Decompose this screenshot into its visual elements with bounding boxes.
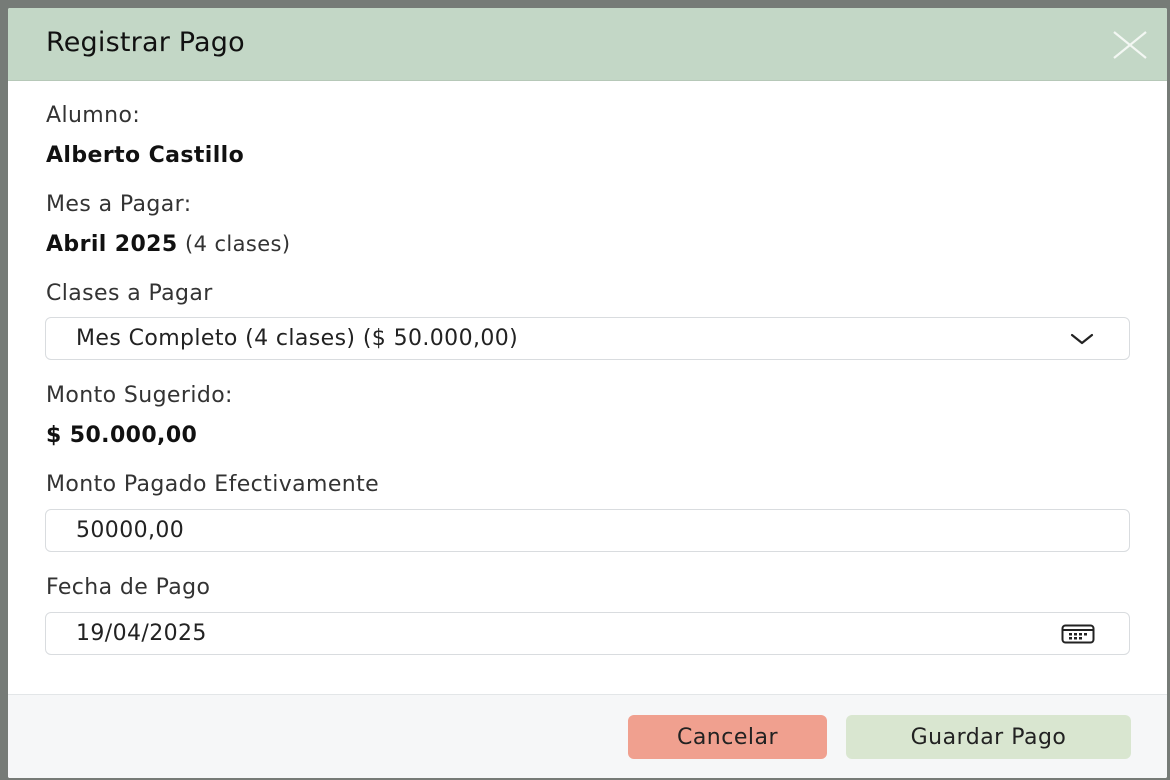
payment-date-label: Fecha de Pago bbox=[46, 575, 211, 600]
modal-body: Alumno: Alberto Castillo Mes a Pagar: Ab… bbox=[8, 81, 1167, 694]
classes-label: Clases a Pagar bbox=[46, 281, 213, 306]
student-name: Alberto Castillo bbox=[46, 143, 245, 168]
paid-amount-input[interactable]: 50000,00 bbox=[45, 509, 1130, 552]
modal-footer: Cancelar Guardar Pago bbox=[8, 694, 1167, 778]
chevron-down-icon bbox=[1070, 333, 1094, 345]
modal-header: Registrar Pago bbox=[8, 8, 1167, 81]
suggested-amount-label: Monto Sugerido: bbox=[46, 383, 233, 408]
month-label: Mes a Pagar: bbox=[46, 192, 192, 217]
suggested-amount: $ 50.000,00 bbox=[46, 423, 198, 448]
close-button[interactable] bbox=[1111, 26, 1149, 64]
close-icon bbox=[1113, 31, 1147, 59]
register-payment-modal: Registrar Pago Alumno: Alberto Castillo … bbox=[8, 8, 1167, 778]
month-class-count: (4 clases) bbox=[185, 232, 291, 256]
student-label: Alumno: bbox=[46, 103, 141, 128]
save-payment-button[interactable]: Guardar Pago bbox=[846, 715, 1131, 759]
month-value: Abril 2025 (4 clases) bbox=[46, 232, 291, 257]
classes-selected-option: Mes Completo (4 clases) ($ 50.000,00) bbox=[76, 326, 519, 351]
classes-select[interactable]: Mes Completo (4 clases) ($ 50.000,00) bbox=[45, 317, 1130, 360]
paid-amount-label: Monto Pagado Efectivamente bbox=[46, 472, 380, 497]
modal-title: Registrar Pago bbox=[46, 27, 245, 58]
payment-date-input[interactable]: 19/04/2025 bbox=[45, 612, 1130, 655]
payment-date-value: 19/04/2025 bbox=[76, 621, 207, 646]
calendar-icon[interactable] bbox=[1061, 624, 1095, 644]
cancel-button[interactable]: Cancelar bbox=[628, 715, 827, 759]
month-name: Abril 2025 bbox=[46, 232, 178, 257]
paid-amount-value: 50000,00 bbox=[76, 518, 185, 543]
